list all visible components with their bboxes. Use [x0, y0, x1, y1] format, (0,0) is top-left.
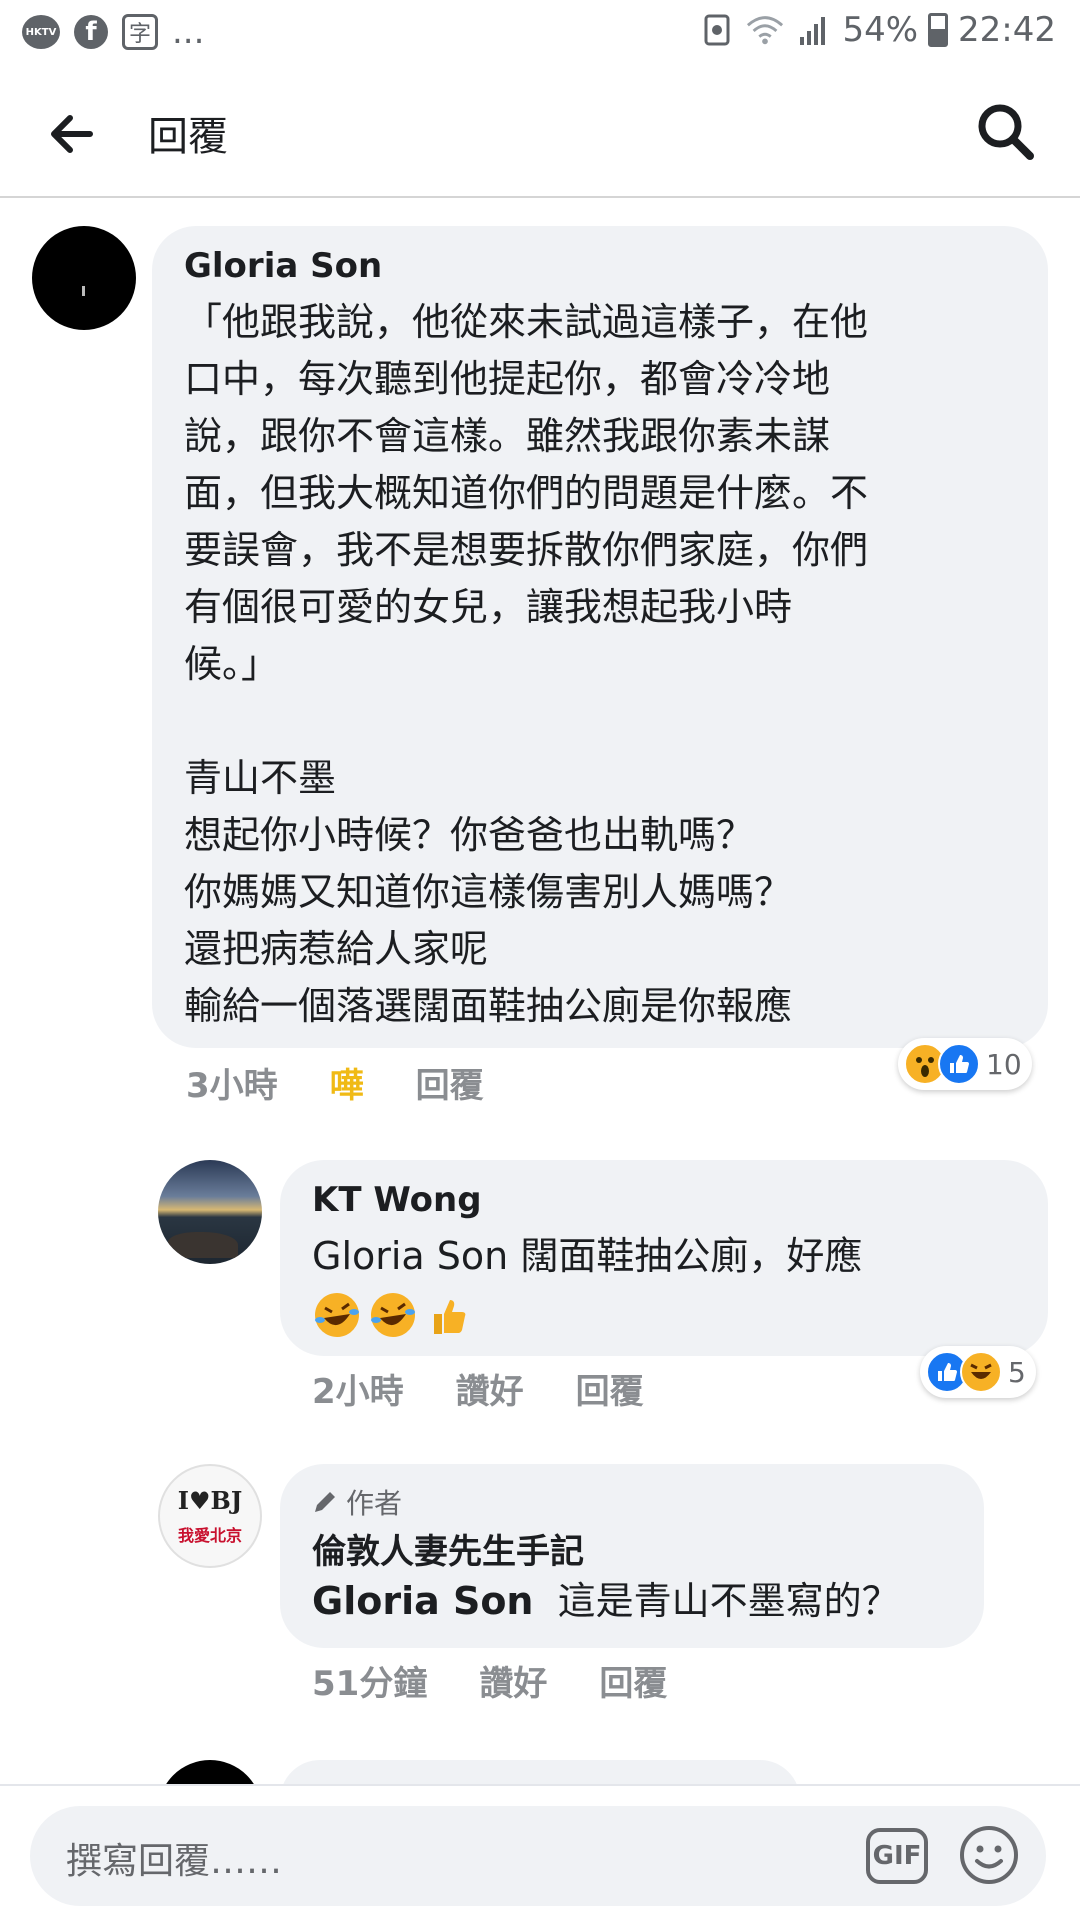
- comment-meta: 3小時 嘩 回覆: [186, 1058, 536, 1107]
- reply-button[interactable]: 回覆: [576, 1364, 644, 1413]
- reaction-summary[interactable]: 10: [898, 1038, 1032, 1090]
- wifi-icon: [746, 11, 784, 49]
- char-icon: 字: [122, 14, 158, 50]
- like-reaction-icon: [938, 1043, 980, 1085]
- laughing-tears-emoji-icon: [315, 1293, 359, 1337]
- comment-author[interactable]: Gloria Son: [184, 246, 382, 286]
- avatar-logo-subtext: 我愛北京: [177, 1526, 242, 1545]
- page-title: 回覆: [148, 114, 228, 160]
- avatar-gloria-son[interactable]: [32, 226, 136, 330]
- avatar-logo-text: I♥BJ: [177, 1486, 243, 1515]
- facebook-icon: f: [74, 15, 108, 49]
- sticker-button[interactable]: [958, 1824, 1020, 1886]
- reaction-count: 5: [1008, 1355, 1026, 1389]
- comment-text: 「他跟我說，他從來未試過這樣子，在他 口中，每次聽到他提起你，都會冷冷地 說，跟…: [184, 300, 869, 1028]
- comment-text-line: Gloria Son 這是青山不墨寫的？: [312, 1576, 900, 1626]
- comment-time: 51分鐘: [312, 1664, 428, 1704]
- status-left: HKTV f 字 ...: [22, 12, 204, 52]
- haha-reaction-icon: [960, 1351, 1002, 1393]
- mention-link[interactable]: Gloria Son: [312, 1579, 534, 1623]
- author-tag-label: 作者: [346, 1487, 403, 1520]
- comment-bubble-gloria: Gloria Son 「他跟我說，他從來未試過這樣子，在他 口中，每次聽到他提起…: [152, 226, 1048, 1048]
- status-bar: HKTV f 字 ... 54% 22:42: [0, 0, 1080, 66]
- reply-input-placeholder: 撰寫回覆……: [66, 1841, 283, 1882]
- like-button[interactable]: 讚好: [456, 1364, 524, 1413]
- author-tag: 作者: [312, 1482, 402, 1522]
- sim-icon: [698, 11, 736, 49]
- laughing-tears-emoji-icon: [371, 1293, 415, 1337]
- smiley-icon: [960, 1826, 1018, 1884]
- avatar-kt-wong[interactable]: [158, 1160, 262, 1264]
- more-notifications: ...: [172, 12, 205, 52]
- search-button[interactable]: [974, 100, 1038, 164]
- comment-bubble-page-author: 作者 倫敦人妻先生手記 Gloria Son 這是青山不墨寫的？: [280, 1464, 984, 1648]
- hktv-icon: HKTV: [22, 15, 60, 49]
- back-arrow-icon: [51, 115, 93, 153]
- reply-input[interactable]: 撰寫回覆…… GIF: [30, 1806, 1046, 1906]
- comment-meta: 51分鐘 讚好 回覆: [312, 1656, 719, 1705]
- battery-icon: [928, 13, 949, 47]
- thumbs-up-emoji-icon: [434, 1300, 466, 1334]
- avatar-page-author[interactable]: I♥BJ 我愛北京: [158, 1464, 262, 1568]
- gif-button[interactable]: GIF: [866, 1828, 928, 1884]
- comment-text: 這是青山不墨寫的？: [557, 1579, 900, 1623]
- status-right: 54% 22:42: [698, 10, 1056, 50]
- comment-author[interactable]: KT Wong: [312, 1180, 482, 1220]
- comment-meta: 2小時 讚好 回覆: [312, 1364, 696, 1413]
- pencil-icon: [315, 1492, 335, 1512]
- reaction-summary[interactable]: 5: [920, 1346, 1036, 1398]
- battery-percent: 54%: [842, 10, 919, 50]
- comment-author[interactable]: 倫敦人妻先生手記: [312, 1524, 584, 1573]
- reply-button[interactable]: 回覆: [599, 1656, 667, 1705]
- comment-text: Gloria Son 闊面鞋抽公廁，好應: [312, 1234, 863, 1278]
- like-button[interactable]: 讚好: [479, 1656, 547, 1705]
- comment-time: 3小時: [186, 1066, 278, 1106]
- comment-time: 2小時: [312, 1372, 404, 1412]
- reaction-count: 10: [986, 1047, 1022, 1081]
- signal-icon: [794, 11, 832, 49]
- clock: 22:42: [958, 10, 1056, 50]
- comment-bubble-kt-wong: KT Wong Gloria Son 闊面鞋抽公廁，好應: [280, 1160, 1048, 1356]
- reaction-action-button[interactable]: 嘩: [330, 1058, 364, 1107]
- search-icon: [978, 104, 1034, 160]
- reply-composer-bar: 撰寫回覆…… GIF: [0, 1784, 1080, 1920]
- back-button[interactable]: [44, 106, 100, 162]
- comment-emoji-row: [312, 1290, 474, 1340]
- reply-button[interactable]: 回覆: [416, 1058, 484, 1107]
- app-header: 回覆: [0, 66, 1080, 198]
